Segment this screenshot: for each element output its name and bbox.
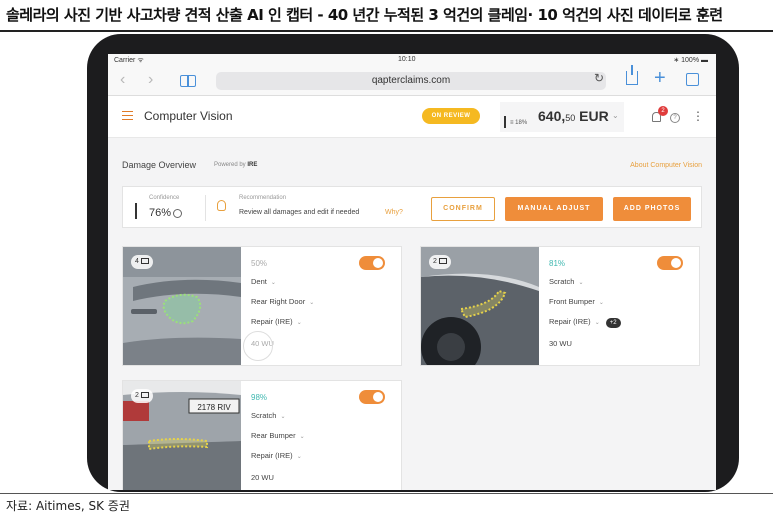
confidence-label: Confidence [149,195,180,201]
damage-confidence: 50% [251,259,268,268]
photo-count-badge: 2 [429,255,451,269]
chevron-down-icon: ⌄ [598,300,604,306]
back-icon[interactable]: ‹ [120,71,125,89]
overview-header: Damage Overview Powered by IRE About Com… [108,138,716,178]
damage-part-select[interactable]: Front Bumper ⌄ [549,297,604,306]
confirm-button[interactable]: CONFIRM [431,197,495,221]
browser-toolbar: ‹ › qapterclaims.com ↻ + [108,65,716,96]
confidence-value: 76% [149,207,172,219]
status-badge: ON REVIEW [422,108,480,124]
chevron-down-icon: ⌄ [299,434,305,440]
carrier-label: Carrier ᯤ [114,57,144,64]
damage-toggle[interactable] [657,256,683,270]
image-icon [438,258,447,265]
figure-caption: 솔레라의 사진 기반 사고차량 견적 산출 AI 인 캡터 - 40 년간 누적… [6,6,723,24]
repair-method-select[interactable]: Repair (IRE) ⌄ +2 [549,317,621,328]
about-computer-vision-link[interactable]: About Computer Vision [630,162,702,169]
powered-by-label: Powered by IRE [214,162,258,168]
repair-method-select[interactable]: Repair (IRE) ⌄ [251,451,302,460]
repair-method-select[interactable]: Repair (IRE) ⌄ [251,317,302,326]
damage-confidence: 81% [549,259,566,268]
recommendation-label: Recommendation [239,195,287,201]
lightbulb-icon [217,200,226,211]
hamburger-menu-icon[interactable] [122,111,133,120]
image-icon [140,392,149,399]
damage-type-select[interactable]: Scratch ⌄ [549,277,583,286]
work-units: 20 WU [251,473,274,482]
tabs-icon[interactable] [686,73,699,86]
damage-photo[interactable]: 4 [123,247,241,365]
share-icon[interactable] [626,65,638,85]
manual-adjust-button[interactable]: MANUAL ADJUST [505,197,603,221]
damage-part-select[interactable]: Rear Right Door ⌄ [251,297,314,306]
damage-toggle[interactable] [359,390,385,404]
progress-bar [504,116,506,128]
chevron-down-icon: ⌄ [270,280,276,286]
image-icon [140,258,149,265]
app-header: Computer Vision ON REVIEW ≡ 18% 640,50 E… [108,96,716,138]
damage-confidence: 98% [251,393,268,402]
damage-photo[interactable]: 2 [421,247,539,365]
estimate-percent: ≡ 18% [510,120,528,126]
more-options-icon[interactable]: ⋮ [692,109,704,123]
add-photos-button[interactable]: ADD PHOTOS [613,197,691,221]
confidence-bar [135,203,137,219]
section-title: Damage Overview [122,160,197,170]
damage-card-front-bumper[interactable]: 2 81% Scratch ⌄ Front Bumper ⌄ Repair (IRE… [420,246,700,366]
work-units: 30 WU [549,339,572,348]
clock: 10:10 [398,56,416,63]
damage-card-rear-bumper[interactable]: 2178 RIV 2 98% Scratch ⌄ Rear Bumper ⌄ Rep… [122,380,402,490]
license-plate: 2178 RIV [197,403,231,412]
summary-panel: Confidence 76% Recommendation Review all… [122,186,702,228]
chevron-down-icon: ⌄ [296,320,302,326]
caption-rule [0,30,773,32]
address-bar[interactable]: qapterclaims.com [216,72,606,90]
notification-count-badge: 2 [658,106,668,116]
damage-toggle[interactable] [359,256,385,270]
tablet-screen: Carrier ᯤ 10:10 ∗ 100% ▬ ‹ › qapterclaim… [108,54,716,490]
chevron-down-icon: ⌄ [309,300,315,306]
chevron-down-icon: ⌄ [296,454,302,460]
damage-card-dent[interactable]: 4 50% Dent ⌄ Rear Right Door ⌄ Repair (IRE… [122,246,402,366]
divider [205,195,206,221]
photo-count-badge: 4 [131,255,153,269]
source-rule [0,493,773,494]
extra-operations-badge[interactable]: +2 [605,318,621,328]
forward-icon[interactable]: › [148,71,153,89]
estimate-total[interactable]: ≡ 18% 640,50 EUR ⌄ [500,102,624,132]
status-bar: Carrier ᯤ 10:10 ∗ 100% ▬ [108,54,716,66]
new-tab-icon[interactable]: + [654,67,666,90]
damage-type-select[interactable]: Scratch ⌄ [251,411,285,420]
estimate-price: 640,50 EUR [538,108,609,124]
help-icon[interactable]: ? [670,113,680,123]
info-icon[interactable] [173,209,182,218]
recommendation-text: Review all damages and edit if needed [239,209,360,216]
page-title: Computer Vision [144,109,233,123]
damage-type-select[interactable]: Dent ⌄ [251,277,276,286]
damage-part-select[interactable]: Rear Bumper ⌄ [251,431,305,440]
source-note: 자료: Aitimes, SK 증권 [6,499,130,513]
damage-photo[interactable]: 2178 RIV 2 [123,381,241,490]
why-link[interactable]: Why? [385,209,403,216]
bookmarks-icon[interactable] [180,75,196,87]
chevron-down-icon[interactable]: ⌄ [612,111,619,120]
chevron-down-icon: ⌄ [594,320,600,326]
battery-indicator: ∗ 100% ▬ [673,57,708,64]
photo-count-badge: 2 [131,389,153,403]
chevron-down-icon: ⌄ [280,414,286,420]
chevron-down-icon: ⌄ [578,280,584,286]
loading-spinner [243,331,273,361]
reload-icon[interactable]: ↻ [594,71,604,85]
